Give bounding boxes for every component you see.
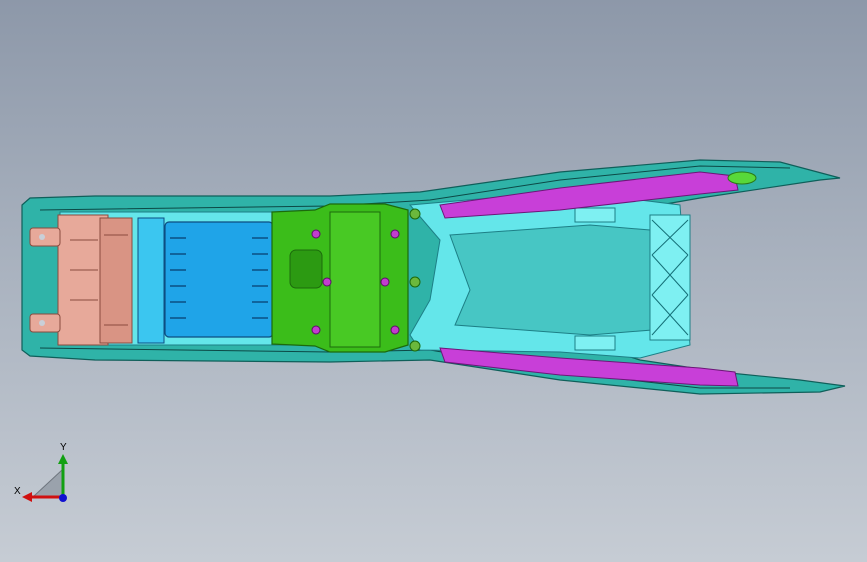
triad-z-axis-icon [59, 494, 67, 502]
storage-bin[interactable] [164, 221, 274, 338]
view-orientation-triad[interactable] [12, 440, 92, 520]
mount-tab-2 [409, 276, 421, 288]
mount-tab-3 [409, 340, 421, 352]
latch-hole-upper [39, 234, 45, 240]
rear-tab-lower[interactable] [574, 335, 616, 351]
console-assembly-model[interactable] [0, 0, 867, 562]
triad-x-label: X [14, 486, 21, 497]
fastener-2 [322, 277, 332, 287]
rear-crossmember[interactable] [649, 214, 691, 341]
triad-y-arrow-icon [58, 454, 68, 464]
triad-y-label: Y [60, 442, 67, 453]
fastener-5 [380, 277, 390, 287]
latch-arm[interactable] [99, 217, 133, 344]
latch-hole-lower [39, 320, 45, 326]
rear-tab-upper[interactable] [574, 207, 616, 223]
bracket-core[interactable] [329, 211, 381, 348]
green-clip-rear[interactable] [727, 171, 757, 185]
triad-plane-icon [32, 468, 63, 497]
bin-divider[interactable] [137, 217, 165, 344]
fastener-4 [390, 229, 400, 239]
triad-x-arrow-icon [22, 492, 32, 502]
mount-tab-1 [409, 208, 421, 220]
fastener-6 [390, 325, 400, 335]
cad-graphics-viewport[interactable]: Y X [0, 0, 867, 562]
rear-frame-opening [449, 224, 653, 336]
fastener-3 [311, 325, 321, 335]
bracket-handle-pocket [289, 249, 323, 289]
fastener-1 [311, 229, 321, 239]
